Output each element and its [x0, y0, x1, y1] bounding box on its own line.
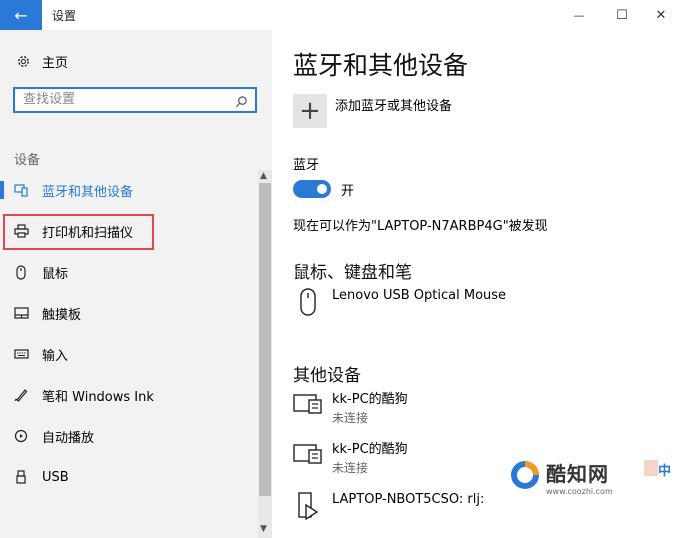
back-arrow-icon: ← [14, 5, 28, 25]
device-status: 未连接 [332, 461, 369, 475]
bluetooth-devices-icon [12, 183, 30, 197]
watermark-brand: 酷知网 [546, 462, 609, 486]
highlight-box [3, 214, 154, 250]
toggle-state-label: 开 [341, 184, 355, 199]
media-player-icon [293, 491, 323, 525]
sidebar-item-label: 触摸板 [42, 307, 82, 323]
sidebar-item-label: 自动播放 [42, 430, 95, 446]
home-link[interactable]: 主页 [14, 52, 68, 71]
close-icon: ✕ [655, 7, 667, 23]
watermark: 酷知网 www.coozhi.com [508, 458, 613, 496]
page-title: 蓝牙和其他设备 [293, 51, 469, 80]
sidebar-item-typing[interactable]: 输入 [0, 335, 272, 373]
bluetooth-toggle[interactable] [293, 180, 331, 198]
gear-icon [14, 54, 32, 69]
sidebar-item-usb[interactable]: USB [0, 458, 272, 496]
sidebar-item-autoplay[interactable]: 自动播放 [0, 417, 272, 455]
sidebar-item-label: 输入 [42, 348, 69, 364]
media-device-icon [293, 441, 323, 475]
device-status: 未连接 [332, 411, 369, 425]
plus-icon: + [299, 96, 321, 126]
window-title: 设置 [52, 9, 77, 23]
maximize-icon: ☐ [616, 7, 628, 23]
sidebar-item-bluetooth[interactable]: 蓝牙和其他设备 [0, 171, 272, 209]
watermark-side-text: 中 [658, 464, 672, 479]
title-bar: ← 设置 — ☐ ✕ [0, 0, 682, 30]
add-device-label[interactable]: 添加蓝牙或其他设备 [335, 95, 452, 114]
toggle-knob [317, 184, 327, 194]
minimize-icon: — [573, 8, 585, 22]
scroll-up-icon[interactable]: ▲ [260, 171, 267, 181]
sidebar-item-mouse[interactable]: 鼠标 [0, 253, 272, 291]
device-mouse[interactable]: Lenovo USB Optical Mouse [293, 287, 506, 321]
sidebar: 主页 设备 蓝牙和其他设备 打印机和扫描仪 鼠标 触摸板 [0, 30, 272, 538]
watermark-logo-icon [508, 458, 542, 496]
mouse-keyboard-pen-heading: 鼠标、键盘和笔 [293, 263, 412, 283]
search-box[interactable] [13, 87, 257, 113]
mouse-device-icon [293, 287, 323, 321]
minimize-button[interactable]: — [560, 0, 598, 30]
pen-icon [12, 388, 30, 402]
section-devices: 设备 [14, 153, 41, 168]
sidebar-item-label: USB [42, 469, 69, 485]
touchpad-icon [12, 307, 30, 319]
device-name: LAPTOP-NBOT5CSO: rlj: [332, 492, 485, 507]
sidebar-item-label: 鼠标 [42, 266, 69, 282]
device-item[interactable]: kk-PC的酷狗 未连接 [293, 441, 408, 477]
home-label: 主页 [42, 56, 69, 71]
device-name: kk-PC的酷狗 [332, 442, 408, 457]
media-device-icon [293, 391, 323, 425]
search-input[interactable] [23, 92, 233, 107]
mouse-icon [12, 264, 30, 280]
close-button[interactable]: ✕ [642, 0, 680, 30]
other-devices-heading: 其他设备 [293, 366, 361, 386]
add-device-button[interactable]: + [293, 94, 327, 128]
device-item[interactable]: kk-PC的酷狗 未连接 [293, 391, 408, 427]
autoplay-icon [12, 429, 30, 443]
discoverable-text: 现在可以作为"LAPTOP-N7ARBP4G"被发现 [293, 219, 548, 234]
scroll-down-icon[interactable]: ▼ [260, 524, 267, 534]
maximize-button[interactable]: ☐ [603, 0, 641, 30]
sidebar-item-touchpad[interactable]: 触摸板 [0, 294, 272, 332]
device-name: Lenovo USB Optical Mouse [332, 288, 507, 303]
watermark-side-badge: 中 [644, 452, 682, 492]
watermark-side-decoration [644, 460, 658, 476]
sidebar-item-label: 蓝牙和其他设备 [42, 184, 134, 200]
device-name: kk-PC的酷狗 [332, 392, 408, 407]
sidebar-scrollbar-thumb[interactable] [259, 183, 271, 496]
watermark-url: www.coozhi.com [546, 487, 613, 496]
keyboard-icon [12, 349, 30, 359]
device-item[interactable]: LAPTOP-NBOT5CSO: rlj: [293, 491, 484, 525]
main-content: 蓝牙和其他设备 + 添加蓝牙或其他设备 蓝牙 开 现在可以作为"LAPTOP-N… [272, 30, 682, 538]
back-button[interactable]: ← [0, 0, 42, 30]
sidebar-item-label: 笔和 Windows Ink [42, 389, 154, 405]
usb-icon [12, 470, 30, 484]
sidebar-item-pen[interactable]: 笔和 Windows Ink [0, 376, 272, 414]
search-icon[interactable] [235, 93, 248, 112]
bluetooth-label: 蓝牙 [293, 158, 320, 173]
